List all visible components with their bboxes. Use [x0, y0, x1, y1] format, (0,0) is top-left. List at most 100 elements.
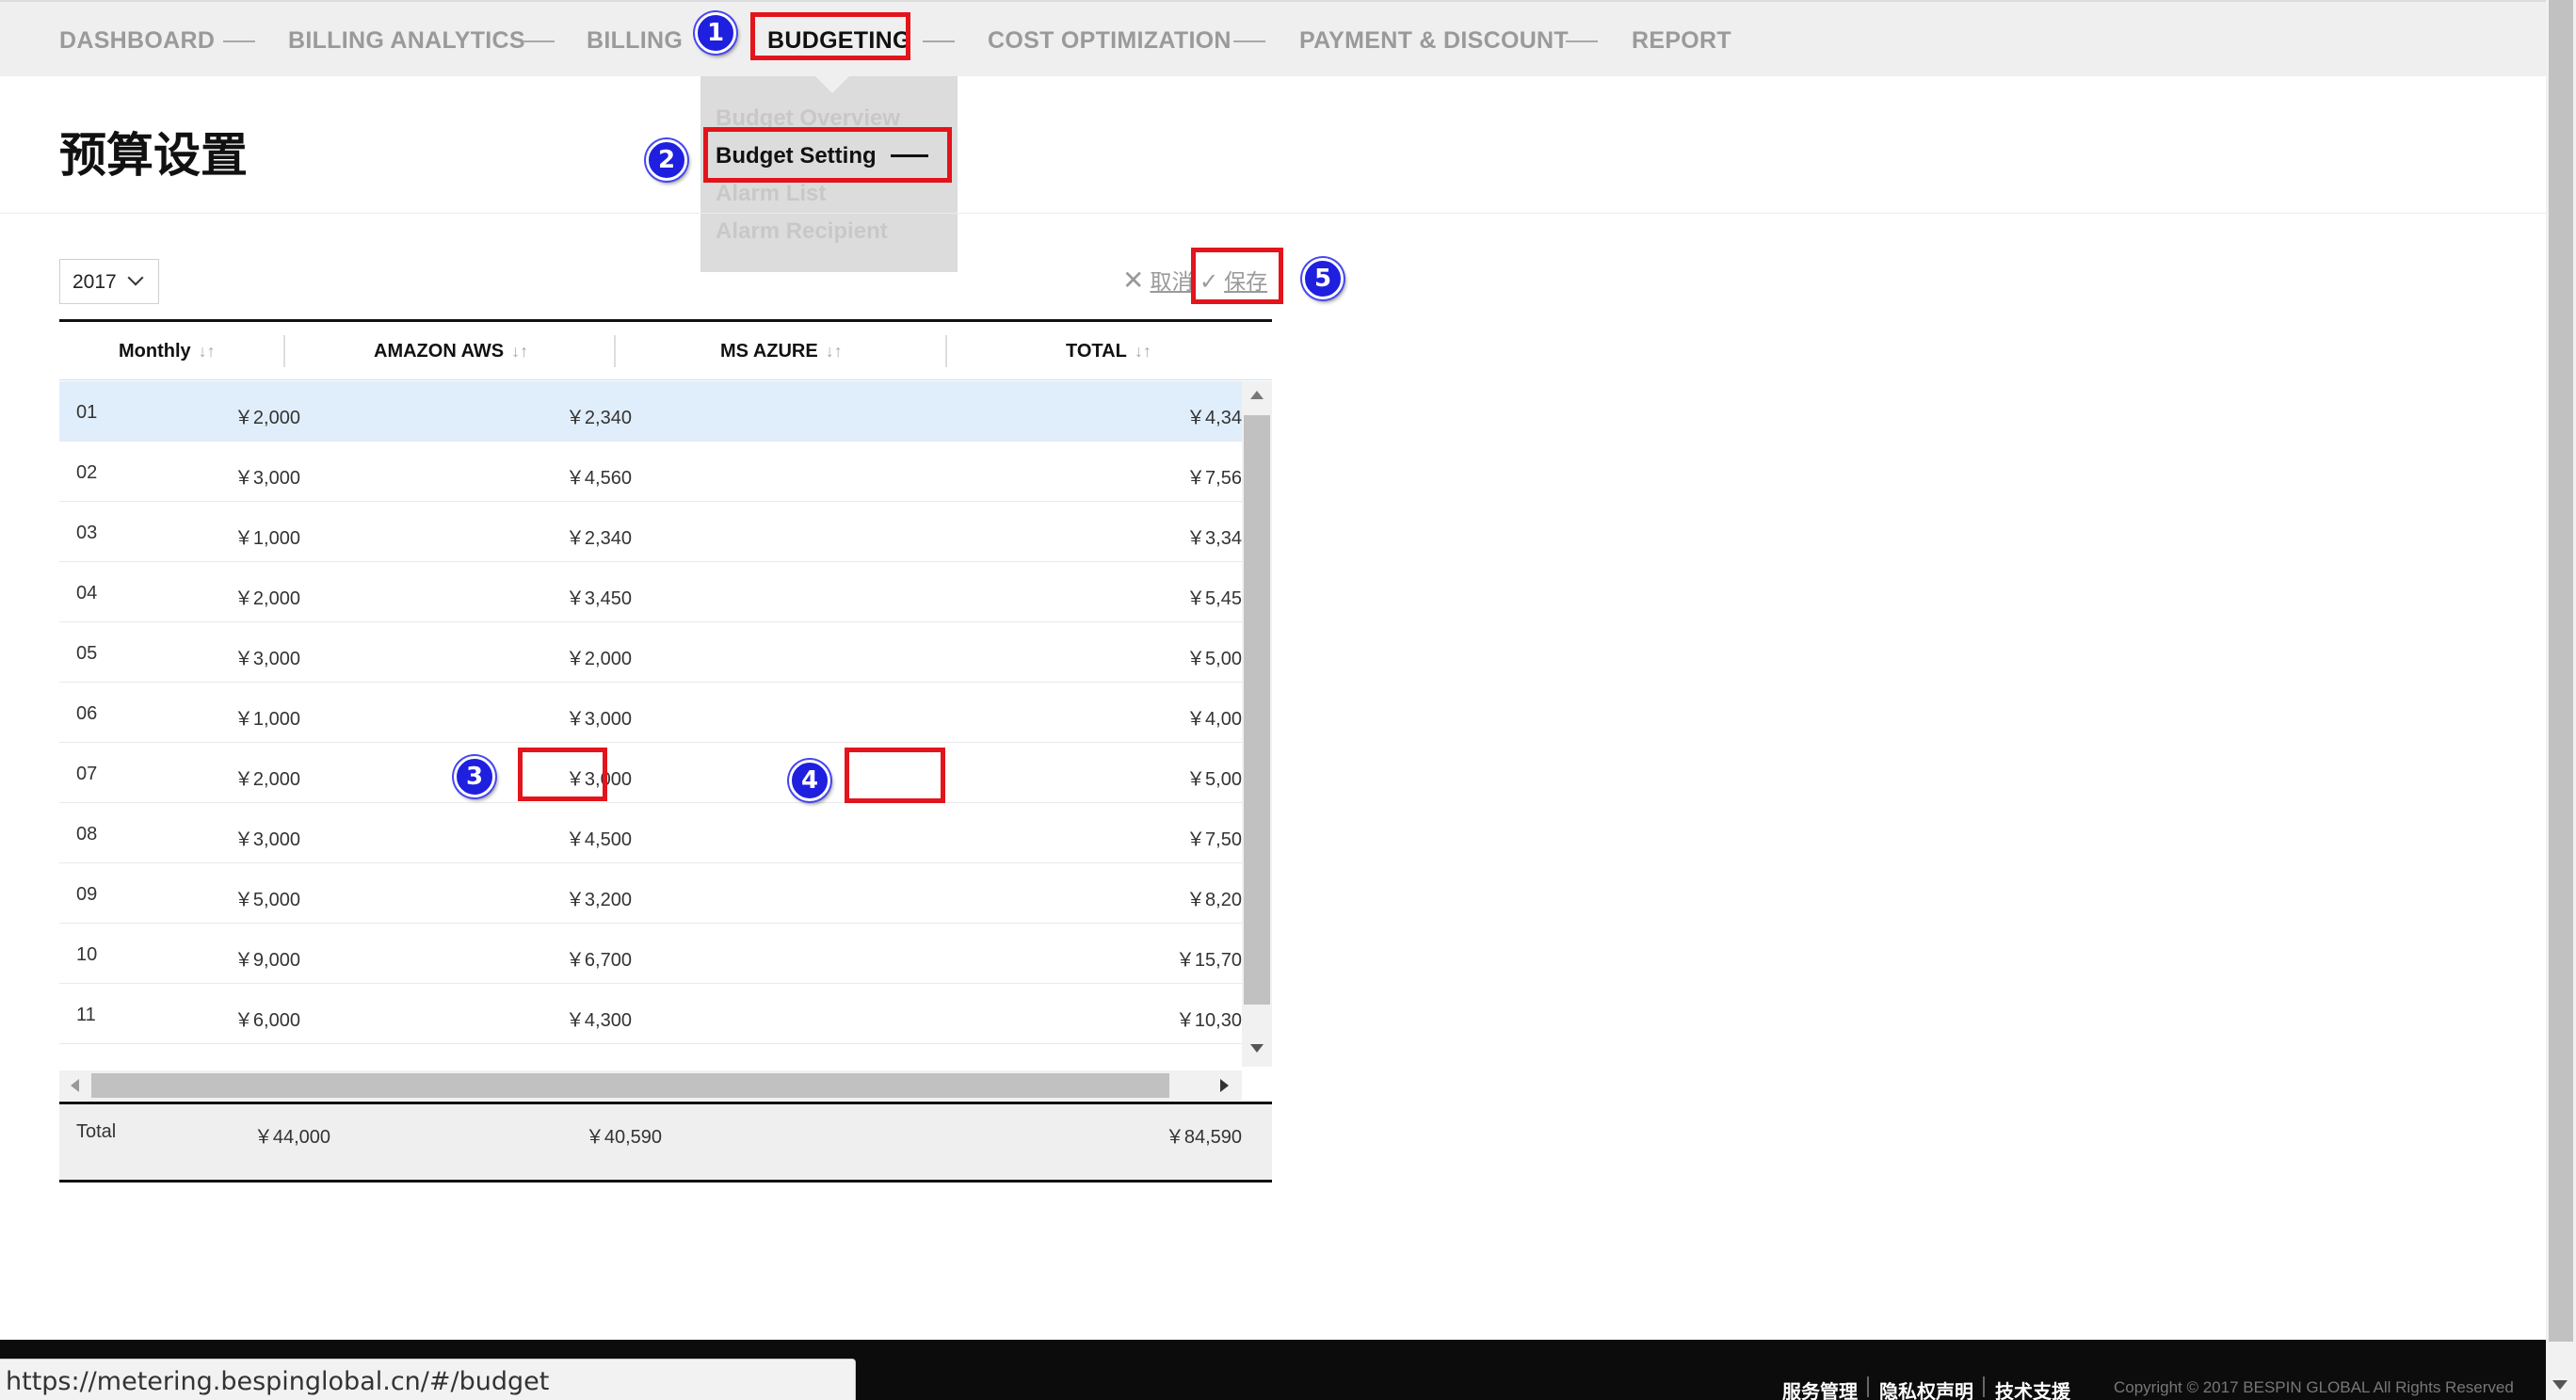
cell-aws[interactable]: ￥3,000 [234, 462, 300, 490]
nav-report[interactable]: REPORT [1632, 27, 1731, 55]
annotation-badge-3: 3 [454, 756, 495, 797]
scroll-down-icon[interactable] [2552, 1380, 2568, 1390]
total-azure: ￥40,590 [585, 1127, 662, 1148]
scroll-right-icon[interactable] [1220, 1079, 1229, 1092]
column-header-azure[interactable]: MS AZURE ↓↑ [720, 341, 843, 362]
cell-azure[interactable]: ￥4,560 [566, 462, 632, 490]
table-body: 01 ￥2,000 ￥2,340 ￥4,34 02 ￥3,000 ￥4,560 … [59, 381, 1272, 1045]
scrollbar-thumb[interactable] [1244, 415, 1270, 1005]
copyright-text: Copyright © 2017 BESPIN GLOBAL All Right… [2114, 1378, 2514, 1396]
column-header-total[interactable]: TOTAL ↓↑ [1066, 341, 1151, 362]
table-row[interactable]: 09 ￥5,000 ￥3,200 ￥8,20 [59, 863, 1242, 924]
table-row[interactable]: 08 ￥3,000 ￥4,500 ￥7,50 [59, 803, 1242, 863]
close-icon: ✕ [1122, 265, 1145, 296]
cell-month: 03 [76, 523, 98, 543]
scrollbar-thumb[interactable] [91, 1073, 1169, 1098]
table-row[interactable]: 05 ￥3,000 ￥2,000 ￥5,00 [59, 622, 1242, 683]
cell-aws[interactable]: ￥3,000 [234, 643, 300, 670]
sort-icon[interactable]: ↓↑ [1135, 342, 1151, 361]
annotation-highlight-azure-cell [845, 748, 945, 803]
sort-icon[interactable]: ↓↑ [511, 342, 528, 361]
cell-azure[interactable]: ￥3,450 [566, 583, 632, 610]
table-row[interactable]: 06 ￥1,000 ￥3,000 ￥4,00 [59, 683, 1242, 743]
sort-icon[interactable]: ↓↑ [199, 342, 216, 361]
cell-aws[interactable]: ￥1,000 [234, 523, 300, 550]
column-header-monthly[interactable]: Monthly ↓↑ [119, 341, 216, 362]
table-row[interactable]: 10 ￥9,000 ￥6,700 ￥15,70 [59, 924, 1242, 984]
total-total: ￥84,590 [1165, 1127, 1242, 1148]
cell-azure[interactable]: ￥2,340 [566, 402, 632, 429]
total-bottom-border [59, 1180, 1272, 1183]
cancel-button[interactable]: ✕ 取消 [1122, 264, 1193, 296]
sort-icon[interactable]: ↓↑ [826, 342, 843, 361]
table-row[interactable]: 04 ￥2,000 ￥3,450 ￥5,45 [59, 562, 1242, 622]
nav-billing-analytics[interactable]: BILLING ANALYTICS [288, 27, 525, 55]
cell-azure[interactable]: ￥2,340 [566, 523, 632, 550]
page-vertical-scrollbar[interactable] [2546, 0, 2576, 1400]
nav-cost-optimization[interactable]: COST OPTIMIZATION [988, 27, 1232, 55]
footer-separator [1867, 1376, 1869, 1397]
cell-total: ￥7,56 [1186, 468, 1242, 489]
cell-total: ￥5,00 [1186, 769, 1242, 790]
scroll-down-icon[interactable] [1250, 1044, 1264, 1053]
footer-link-service[interactable]: 服务管理 [1782, 1376, 1858, 1400]
cell-total: ￥4,00 [1186, 709, 1242, 730]
total-label: Total [76, 1121, 117, 1142]
cell-azure[interactable]: ￥2,000 [566, 643, 632, 670]
cell-month: 04 [76, 583, 98, 603]
column-header-label: TOTAL [1066, 341, 1127, 362]
cell-total: ￥5,45 [1186, 588, 1242, 609]
table-horizontal-scrollbar[interactable] [59, 1070, 1242, 1101]
cell-aws[interactable]: ￥2,000 [234, 402, 300, 429]
scroll-left-icon[interactable] [71, 1079, 79, 1092]
footer-link-support[interactable]: 技术支援 [1995, 1376, 2070, 1400]
cell-azure[interactable]: ￥4,500 [566, 824, 632, 851]
column-divider [614, 335, 616, 367]
cell-aws[interactable]: ￥2,000 [234, 583, 300, 610]
cell-aws[interactable]: ￥1,000 [234, 703, 300, 731]
nav-separator [923, 40, 955, 42]
annotation-highlight-budgeting [750, 12, 910, 60]
cell-month: 08 [76, 824, 98, 845]
column-divider [283, 335, 285, 367]
annotation-highlight-save [1191, 248, 1283, 304]
cell-total: ￥8,20 [1186, 890, 1242, 910]
table-vertical-scrollbar[interactable] [1242, 381, 1272, 1067]
table-row[interactable]: 11 ￥6,000 ￥4,300 ￥10,30 [59, 984, 1242, 1044]
table-row[interactable]: 01 ￥2,000 ￥2,340 ￥4,34 [59, 381, 1242, 442]
column-header-aws[interactable]: AMAZON AWS ↓↑ [374, 341, 528, 362]
scroll-up-icon[interactable] [1250, 391, 1264, 399]
cell-aws[interactable]: ￥6,000 [234, 1005, 300, 1032]
cell-azure[interactable]: ￥3,000 [566, 703, 632, 731]
footer-link-privacy[interactable]: 隐私权声明 [1879, 1376, 1973, 1400]
cell-total: ￥4,34 [1186, 408, 1242, 428]
nav-separator [523, 40, 555, 42]
cell-month: 01 [76, 402, 98, 423]
menu-item-alarm-recipient[interactable]: Alarm Recipient [716, 218, 888, 245]
nav-billing[interactable]: BILLING [587, 27, 683, 55]
nav-payment-discount[interactable]: PAYMENT & DISCOUNT [1299, 27, 1569, 55]
menu-item-alarm-list[interactable]: Alarm List [716, 181, 826, 207]
cell-azure[interactable]: ￥4,300 [566, 1005, 632, 1032]
nav-dashboard[interactable]: DASHBOARD [59, 27, 215, 55]
cell-azure[interactable]: ￥3,200 [566, 884, 632, 911]
page-title: 预算设置 [59, 128, 248, 183]
footer-separator [1983, 1376, 1985, 1397]
table-row[interactable]: 03 ￥1,000 ￥2,340 ￥3,34 [59, 502, 1242, 562]
table-row[interactable]: 02 ￥3,000 ￥4,560 ￥7,56 [59, 442, 1242, 502]
year-select-value: 2017 [72, 271, 117, 293]
year-select[interactable]: 2017 [59, 259, 159, 304]
status-url: https://metering.bespinglobal.cn/#/budge… [6, 1367, 550, 1396]
cell-month: 05 [76, 643, 98, 664]
cell-total: ￥3,34 [1186, 528, 1242, 549]
cell-aws[interactable]: ￥9,000 [234, 944, 300, 972]
cell-month: 09 [76, 884, 98, 905]
cell-aws[interactable]: ￥3,000 [234, 824, 300, 851]
table-row[interactable]: 07 ￥2,000 ￥3,000 ￥5,00 [59, 743, 1242, 803]
scrollbar-thumb[interactable] [2549, 0, 2573, 1342]
cell-azure[interactable]: ￥6,700 [566, 944, 632, 972]
cell-total: ￥5,00 [1186, 649, 1242, 669]
cell-aws[interactable]: ￥2,000 [234, 764, 300, 791]
chevron-down-icon [127, 269, 144, 286]
cell-aws[interactable]: ￥5,000 [234, 884, 300, 911]
